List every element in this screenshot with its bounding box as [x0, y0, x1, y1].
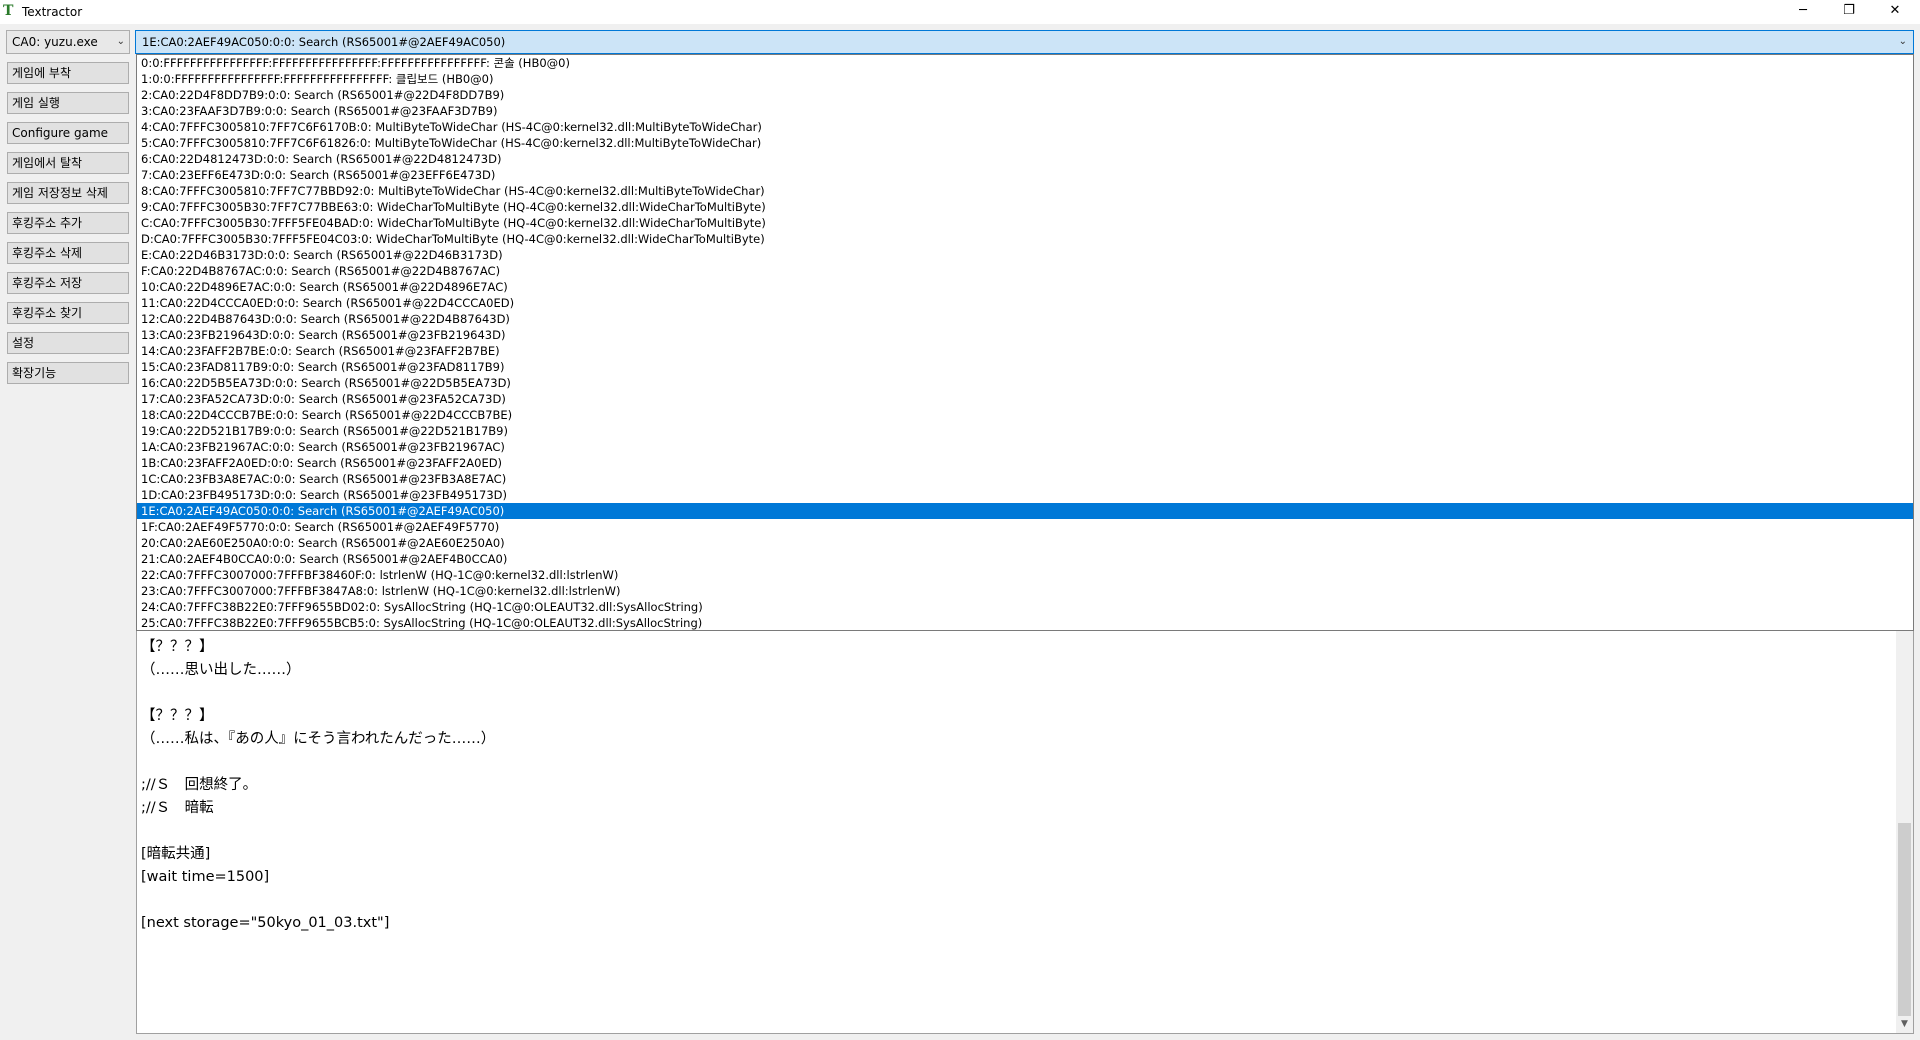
- text-thread-option[interactable]: C:CA0:7FFFC3005B30:7FFF5FE04BAD:0: WideC…: [137, 215, 1913, 231]
- text-thread-option[interactable]: 24:CA0:7FFFC38B22E0:7FFF9655BD02:0: SysA…: [137, 599, 1913, 615]
- text-thread-option[interactable]: 19:CA0:22D521B17B9:0:0: Search (RS65001#…: [137, 423, 1913, 439]
- text-thread-option[interactable]: 10:CA0:22D4896E7AC:0:0: Search (RS65001#…: [137, 279, 1913, 295]
- attach-to-game-button[interactable]: 게임에 부착: [7, 62, 129, 84]
- text-thread-option[interactable]: 25:CA0:7FFFC38B22E0:7FFF9655BCB5:0: SysA…: [137, 615, 1913, 630]
- text-thread-option[interactable]: 4:CA0:7FFFC3005810:7FF7C6F6170B:0: Multi…: [137, 119, 1913, 135]
- text-line: [wait time=1500]: [141, 869, 270, 885]
- title-bar: T Textractor ─ ❐ ✕: [0, 0, 1920, 24]
- forget-game-button[interactable]: 게임 저장정보 삭제: [7, 182, 129, 204]
- text-thread-option[interactable]: 1E:CA0:2AEF49AC050:0:0: Search (RS65001#…: [137, 503, 1913, 519]
- text-thread-option[interactable]: 1A:CA0:23FB21967AC:0:0: Search (RS65001#…: [137, 439, 1913, 455]
- window-title: Textractor: [22, 5, 83, 19]
- configure-game-button[interactable]: Configure game: [7, 122, 129, 144]
- text-output-area[interactable]: 【？？？】 （……思い出した……） 【？？？】 （……私は、『あの人』にそう言わ…: [136, 612, 1914, 1034]
- text-thread-option[interactable]: 20:CA0:2AE60E250A0:0:0: Search (RS65001#…: [137, 535, 1913, 551]
- text-line: 【？？？】: [141, 708, 214, 724]
- text-thread-option[interactable]: 13:CA0:23FB219643D:0:0: Search (RS65001#…: [137, 327, 1913, 343]
- text-thread-option[interactable]: 17:CA0:23FA52CA73D:0:0: Search (RS65001#…: [137, 391, 1913, 407]
- text-thread-option[interactable]: 7:CA0:23EFF6E473D:0:0: Search (RS65001#@…: [137, 167, 1913, 183]
- text-thread-option[interactable]: 21:CA0:2AEF4B0CCA0:0:0: Search (RS65001#…: [137, 551, 1913, 567]
- search-for-hooks-button[interactable]: 후킹주소 찾기: [7, 302, 129, 324]
- text-thread-option[interactable]: 1F:CA0:2AEF49F5770:0:0: Search (RS65001#…: [137, 519, 1913, 535]
- settings-button[interactable]: 설정: [7, 332, 129, 354]
- extensions-button[interactable]: 확장기능: [7, 362, 129, 384]
- text-thread-option[interactable]: 18:CA0:22D4CCCB7BE:0:0: Search (RS65001#…: [137, 407, 1913, 423]
- minimize-button[interactable]: ─: [1780, 0, 1826, 22]
- launch-game-button[interactable]: 게임 실행: [7, 92, 129, 114]
- text-thread-option[interactable]: 1:0:0:FFFFFFFFFFFFFFFF:FFFFFFFFFFFFFFFF:…: [137, 71, 1913, 87]
- text-thread-option[interactable]: 1D:CA0:23FB495173D:0:0: Search (RS65001#…: [137, 487, 1913, 503]
- text-thread-option[interactable]: 8:CA0:7FFFC3005810:7FF7C77BBD92:0: Multi…: [137, 183, 1913, 199]
- text-thread-option[interactable]: 14:CA0:23FAFF2B7BE:0:0: Search (RS65001#…: [137, 343, 1913, 359]
- text-thread-select[interactable]: 1E:CA0:2AEF49AC050:0:0: Search (RS65001#…: [135, 30, 1914, 54]
- scrollbar-thumb[interactable]: [1898, 823, 1911, 1016]
- textractor-app-icon: T: [3, 3, 14, 19]
- text-thread-option[interactable]: F:CA0:22D4B8767AC:0:0: Search (RS65001#@…: [137, 263, 1913, 279]
- text-thread-option[interactable]: 6:CA0:22D4812473D:0:0: Search (RS65001#@…: [137, 151, 1913, 167]
- text-line: [next storage="50kyo_01_03.txt"]: [141, 915, 390, 931]
- text-line: [暗転共通]: [141, 846, 211, 862]
- text-thread-option[interactable]: 12:CA0:22D4B87643D:0:0: Search (RS65001#…: [137, 311, 1913, 327]
- vertical-scrollbar[interactable]: ▼: [1896, 613, 1913, 1033]
- text-line: ;//Ｓ 暗転: [141, 800, 214, 816]
- text-thread-option[interactable]: 22:CA0:7FFFC3007000:7FFFBF38460F:0: lstr…: [137, 567, 1913, 583]
- text-thread-option[interactable]: 11:CA0:22D4CCCA0ED:0:0: Search (RS65001#…: [137, 295, 1913, 311]
- text-thread-option[interactable]: E:CA0:22D46B3173D:0:0: Search (RS65001#@…: [137, 247, 1913, 263]
- text-line: （……私は、『あの人』にそう言われたんだった……）: [141, 731, 496, 747]
- process-select[interactable]: CA0: yuzu.exe ⌄: [6, 30, 130, 54]
- text-thread-option[interactable]: 15:CA0:23FAD8117B9:0:0: Search (RS65001#…: [137, 359, 1913, 375]
- text-thread-dropdown-list[interactable]: 0:0:FFFFFFFFFFFFFFFF:FFFFFFFFFFFFFFFF:FF…: [136, 54, 1914, 631]
- text-thread-option[interactable]: 1C:CA0:23FB3A8E7AC:0:0: Search (RS65001#…: [137, 471, 1913, 487]
- text-thread-option[interactable]: 1B:CA0:23FAFF2A0ED:0:0: Search (RS65001#…: [137, 455, 1913, 471]
- text-thread-option[interactable]: 3:CA0:23FAAF3D7B9:0:0: Search (RS65001#@…: [137, 103, 1913, 119]
- add-hook-button[interactable]: 후킹주소 추가: [7, 212, 129, 234]
- scroll-down-icon[interactable]: ▼: [1896, 1016, 1913, 1033]
- chevron-down-icon: ⌄: [1898, 36, 1907, 47]
- text-line: 【？？？】: [141, 639, 214, 655]
- save-hooks-button[interactable]: 후킹주소 저장: [7, 272, 129, 294]
- maximize-button[interactable]: ❐: [1826, 0, 1872, 22]
- detach-from-game-button[interactable]: 게임에서 탈착: [7, 152, 129, 174]
- chevron-down-icon: ⌄: [116, 36, 125, 47]
- text-line: ;//Ｓ 回想終了。: [141, 777, 258, 793]
- text-line: （……思い出した……）: [141, 662, 301, 678]
- process-select-value: CA0: yuzu.exe: [12, 35, 98, 49]
- text-thread-option[interactable]: D:CA0:7FFFC3005B30:7FFF5FE04C03:0: WideC…: [137, 231, 1913, 247]
- remove-hooks-button[interactable]: 후킹주소 삭제: [7, 242, 129, 264]
- text-thread-option[interactable]: 0:0:FFFFFFFFFFFFFFFF:FFFFFFFFFFFFFFFF:FF…: [137, 55, 1913, 71]
- close-button[interactable]: ✕: [1872, 0, 1918, 22]
- text-thread-option[interactable]: 2:CA0:22D4F8DD7B9:0:0: Search (RS65001#@…: [137, 87, 1913, 103]
- text-thread-option[interactable]: 16:CA0:22D5B5EA73D:0:0: Search (RS65001#…: [137, 375, 1913, 391]
- text-thread-option[interactable]: 23:CA0:7FFFC3007000:7FFFBF3847A8:0: lstr…: [137, 583, 1913, 599]
- text-thread-option[interactable]: 5:CA0:7FFFC3005810:7FF7C6F61826:0: Multi…: [137, 135, 1913, 151]
- text-thread-option[interactable]: 9:CA0:7FFFC3005B30:7FF7C77BBE63:0: WideC…: [137, 199, 1913, 215]
- text-thread-select-value: 1E:CA0:2AEF49AC050:0:0: Search (RS65001#…: [142, 35, 506, 49]
